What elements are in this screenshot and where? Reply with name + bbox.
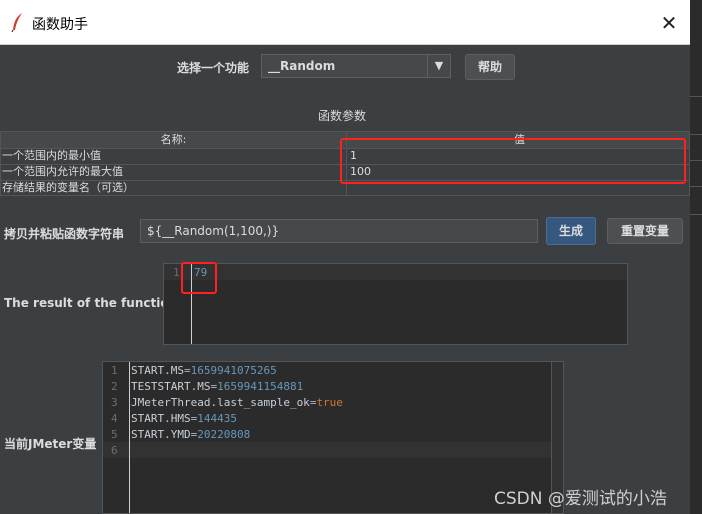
- title-bar: 函数助手 ✕: [0, 0, 690, 45]
- variable-line: TESTSTART.MS=1659941154881: [131, 380, 304, 393]
- background-strip: [690, 0, 702, 514]
- function-select[interactable]: __Random ▼: [261, 54, 451, 78]
- result-editor[interactable]: 1 79: [163, 263, 628, 345]
- variable-key: START.YMD: [131, 428, 191, 441]
- variable-key: JMeterThread.last_sample_ok: [131, 396, 310, 409]
- param-name: 一个范围内的最小值: [2, 149, 101, 162]
- line-number: 3: [111, 396, 118, 409]
- variable-line: START.HMS=144435: [131, 412, 237, 425]
- variable-value: 144435: [197, 412, 237, 425]
- variable-value: 20220808: [197, 428, 251, 441]
- function-select-label: 选择一个功能: [177, 61, 250, 75]
- close-button[interactable]: ✕: [656, 10, 682, 36]
- line-number: 6: [111, 444, 118, 457]
- current-line-highlight: [103, 442, 551, 458]
- watermark: CSDN @爱测试的小浩: [494, 489, 667, 509]
- current-line-highlight: [164, 264, 627, 280]
- variable-line: START.MS=1659941075265: [131, 364, 277, 377]
- reset-variables-button[interactable]: 重置变量: [607, 218, 683, 244]
- function-string-field[interactable]: ${__Random(1,100,)}: [140, 219, 538, 243]
- param-name: 一个范围内允许的最大值: [2, 165, 123, 178]
- variable-value: 1659941154881: [217, 380, 304, 393]
- param-name: 存储结果的变量名（可选）: [2, 181, 134, 194]
- feather-icon: [11, 13, 22, 32]
- line-number: 2: [111, 380, 118, 393]
- variable-line: JMeterThread.last_sample_ok=true: [131, 396, 343, 409]
- function-string-label: 拷贝并粘贴函数字符串: [4, 227, 125, 241]
- generate-button[interactable]: 生成: [546, 217, 596, 245]
- chevron-down-icon[interactable]: ▼: [427, 55, 450, 77]
- line-number: 5: [111, 428, 118, 441]
- variable-key: START.MS: [131, 364, 184, 377]
- highlight-box-result: [181, 262, 217, 294]
- window-title: 函数助手: [32, 17, 88, 33]
- column-header-name: 名称:: [160, 133, 187, 146]
- variable-key: TESTSTART.MS: [131, 380, 211, 393]
- variables-label: 当前JMeter变量: [4, 437, 97, 451]
- highlight-box-params: [340, 138, 686, 184]
- line-number: 1: [111, 364, 118, 377]
- help-button[interactable]: 帮助: [465, 54, 515, 80]
- variable-key: START.HMS: [131, 412, 191, 425]
- variable-value: 1659941075265: [190, 364, 277, 377]
- gutter-divider: [129, 362, 130, 513]
- line-number: 1: [173, 266, 180, 279]
- params-section-title: 函数参数: [318, 109, 367, 123]
- variable-value: true: [316, 396, 343, 409]
- variable-line: START.YMD=20220808: [131, 428, 251, 441]
- function-select-value: __Random: [268, 59, 336, 73]
- line-number: 4: [111, 412, 118, 425]
